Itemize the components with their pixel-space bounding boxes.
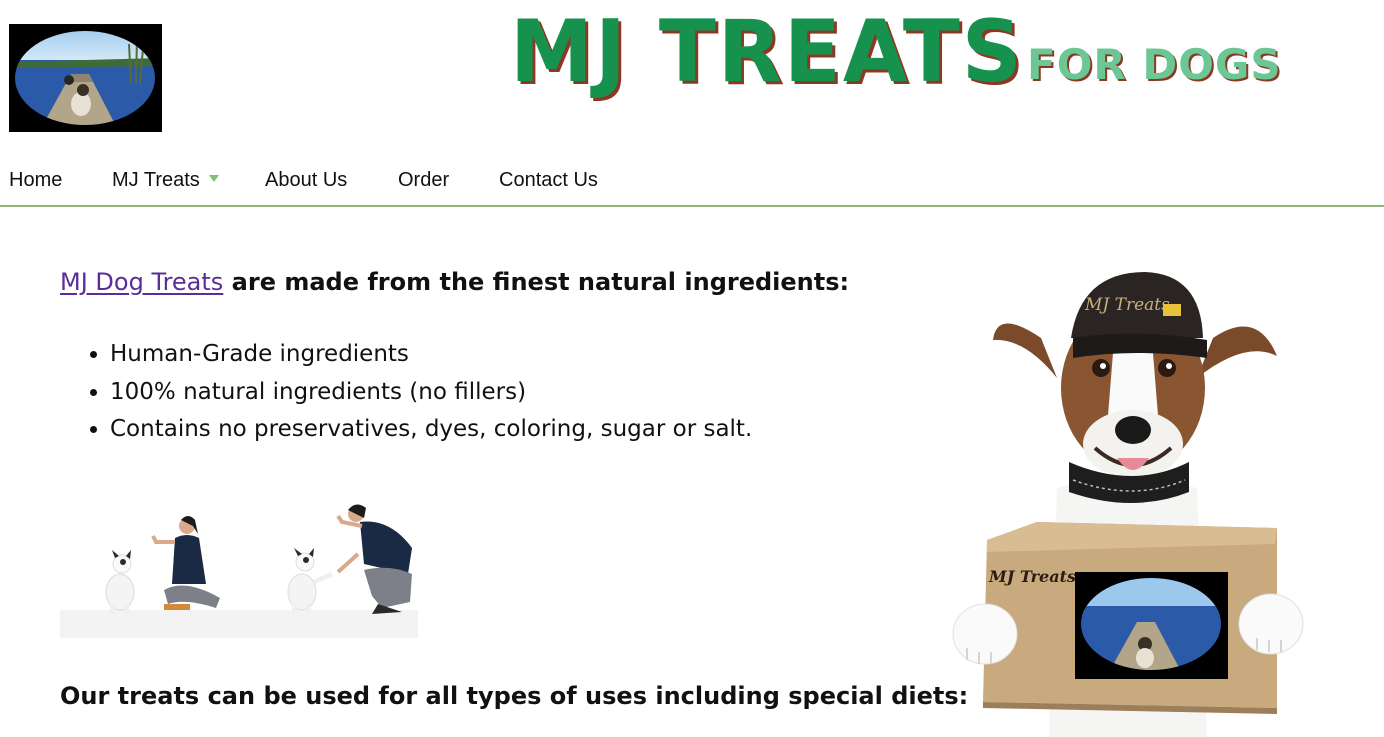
- cap-text: MJ Treats: [1084, 295, 1170, 315]
- brand-subtitle: FOR DOGS: [1027, 40, 1282, 89]
- list-item: Contains no preservatives, dyes, colorin…: [110, 411, 752, 449]
- ingredient-list: Human-Grade ingredients 100% natural ing…: [60, 336, 752, 449]
- intro-heading: MJ Dog Treats are made from the finest n…: [60, 268, 849, 296]
- brand-title: MJ TREATS: [510, 2, 1024, 102]
- intro-text: are made from the finest natural ingredi…: [223, 268, 850, 296]
- nav-about-us-label: About Us: [265, 169, 348, 191]
- nav-contact-us[interactable]: Contact Us: [499, 169, 598, 192]
- dropdown-caret-icon: [208, 175, 219, 182]
- list-item: Human-Grade ingredients: [110, 336, 752, 374]
- nav-mj-treats[interactable]: MJ Treats: [112, 169, 219, 192]
- dog-delivery-image: MJ Treats MJ Treats: [952, 272, 1304, 737]
- nav-contact-us-label: Contact Us: [499, 169, 598, 191]
- nav-home-label: Home: [9, 169, 63, 191]
- box-text: MJ Treats: [988, 567, 1076, 586]
- uses-heading: Our treats can be used for all types of …: [60, 682, 969, 710]
- mj-dog-treats-link[interactable]: MJ Dog Treats: [60, 268, 223, 296]
- list-item: 100% natural ingredients (no fillers): [110, 374, 752, 412]
- nav-mj-treats-label: MJ Treats: [112, 169, 200, 191]
- nav-order-label: Order: [398, 169, 450, 191]
- main-nav: Home MJ Treats About Us Order Contact Us: [0, 163, 1384, 207]
- nav-order[interactable]: Order: [398, 169, 449, 192]
- dog-training-image: [60, 492, 418, 638]
- nav-about-us[interactable]: About Us: [265, 169, 347, 192]
- site-logo[interactable]: [9, 24, 162, 132]
- nav-home[interactable]: Home: [9, 169, 62, 192]
